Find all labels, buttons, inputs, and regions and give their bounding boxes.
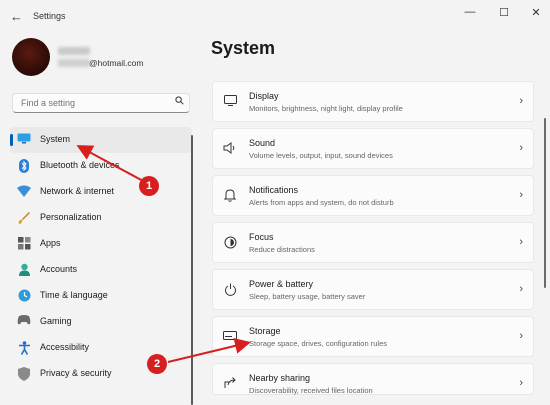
annotation-arrows (76, 145, 251, 363)
annotation-arrow-2 (167, 338, 251, 363)
annotation-badge-2: 2 (147, 354, 167, 374)
annotation-arrow-1 (76, 145, 146, 183)
annotation-badge-1: 1 (139, 176, 159, 196)
